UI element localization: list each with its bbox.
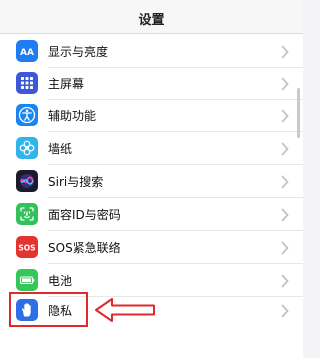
svg-text:AA: AA (20, 48, 34, 58)
settings-row-label: 电池 (48, 274, 73, 288)
svg-text:SOS: SOS (18, 244, 35, 253)
highlight-box (9, 292, 88, 327)
settings-row-siri[interactable]: Siri与搜索 (0, 165, 303, 198)
scrollbar[interactable] (297, 88, 300, 138)
chevron-right-icon (281, 174, 289, 189)
home-screen-icon (16, 72, 38, 94)
chevron-right-icon (281, 44, 289, 59)
face-id-icon (16, 203, 38, 225)
battery-icon (16, 269, 38, 291)
settings-row-label: 主屏幕 (48, 77, 85, 91)
wallpaper-icon (16, 137, 38, 159)
settings-row-wallpaper[interactable]: 墙纸 (0, 132, 303, 165)
nav-header: 设置 (0, 0, 303, 34)
settings-row-faceid[interactable]: 面容ID与密码 (0, 198, 303, 231)
chevron-right-icon (281, 303, 289, 318)
settings-row-label: 墙纸 (48, 142, 73, 156)
sos-icon: SOS (16, 236, 38, 258)
settings-row-label: 面容ID与密码 (48, 208, 121, 222)
chevron-right-icon (281, 141, 289, 156)
chevron-right-icon (281, 108, 289, 123)
settings-row-accessibility[interactable]: 辅助功能 (0, 99, 303, 132)
settings-row-display[interactable]: AA 显示与亮度 (0, 35, 303, 68)
settings-row-home[interactable]: 主屏幕 (0, 67, 303, 100)
settings-row-label: Siri与搜索 (48, 175, 104, 189)
arrow-left-icon (94, 297, 156, 323)
settings-row-label: 显示与亮度 (48, 45, 109, 59)
settings-row-label: 辅助功能 (48, 109, 97, 123)
siri-icon (16, 170, 38, 192)
settings-row-sos[interactable]: SOS SOS紧急联络 (0, 231, 303, 264)
chevron-right-icon (281, 76, 289, 91)
chevron-right-icon (281, 240, 289, 255)
page-title: 设置 (138, 13, 165, 28)
display-brightness-icon: AA (16, 40, 38, 62)
chevron-right-icon (281, 207, 289, 222)
settings-row-label: SOS紧急联络 (48, 241, 121, 255)
chevron-right-icon (281, 273, 289, 288)
accessibility-icon (16, 104, 38, 126)
